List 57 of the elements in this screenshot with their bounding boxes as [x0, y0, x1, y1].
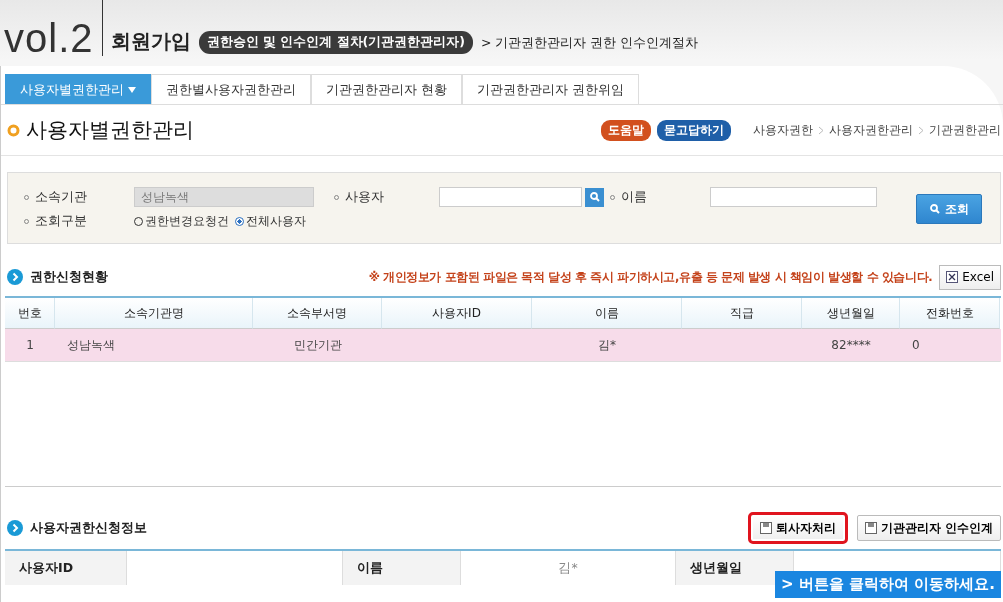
chevron-circle-icon — [7, 520, 23, 536]
header-subtitle: > 기관권한관리자 권한 인수인계절차 — [481, 35, 699, 52]
field-label: 이름 — [621, 188, 647, 206]
excel-button[interactable]: Excel — [939, 264, 1001, 290]
action-button[interactable]: 기관관리자 인수인계 — [856, 515, 1001, 541]
field-label: 사용자 — [345, 188, 384, 206]
tab[interactable]: 기관권한관리자 권한위임 — [462, 74, 640, 104]
column-header: 생년월일 — [802, 298, 900, 329]
field-value: 김* — [558, 560, 578, 575]
breadcrumb-item[interactable]: 기관권한관리 — [929, 121, 1001, 139]
action-button[interactable]: 퇴사자처리 — [747, 512, 848, 544]
header-badge: 권한승인 및 인수인계 절차(기관권한관리자) — [198, 31, 473, 54]
section-title: 사용자권한신청정보 — [30, 519, 147, 537]
org-field: 성남녹색 — [134, 187, 314, 207]
privacy-notice: ※ 개인정보가 포함된 파일은 목적 달성 후 즉시 파기하시고,유출 등 문제 발생 시 책임이 발생할 수 있습니다. — [368, 269, 933, 285]
table-cell: 0 — [912, 338, 920, 352]
chevron-circle-icon — [7, 269, 23, 285]
field-label: 이름 — [343, 551, 461, 585]
radio-option[interactable]: 권한변경요청건 — [134, 212, 229, 230]
help-button[interactable]: 묻고답하기 — [657, 119, 731, 141]
search-button[interactable] — [585, 187, 604, 207]
column-header: 소속기관명 — [55, 298, 253, 329]
user-field[interactable] — [439, 187, 582, 207]
table-cell: 성남녹색 — [67, 338, 115, 352]
table-cell: 1 — [26, 338, 34, 352]
header-title: 회원가입 — [110, 28, 191, 55]
excel-icon — [946, 271, 959, 283]
chevron-icon — [818, 125, 824, 135]
table-cell: 김* — [598, 338, 616, 352]
table-cell: 82**** — [831, 338, 871, 352]
field-label: 소속기관 — [35, 188, 87, 206]
help-button[interactable]: 도움말 — [601, 119, 651, 141]
page-title: 사용자별권한관리 — [26, 117, 194, 144]
breadcrumb-item[interactable]: 사용자권한 — [753, 121, 813, 139]
field-label: 조회구분 — [35, 212, 87, 230]
column-header: 이름 — [532, 298, 682, 329]
table-row[interactable]: 1 성남녹색 민간기관 김* 82**** 0 — [5, 329, 1001, 362]
field-label: 사용자ID — [5, 551, 127, 585]
tab[interactable]: 기관권한관리자 현황 — [311, 74, 463, 104]
search-icon — [929, 204, 940, 214]
search-icon — [589, 192, 600, 202]
volume-label: vol.2 — [4, 18, 94, 58]
column-header: 소속부서명 — [253, 298, 382, 329]
chevron-icon — [918, 125, 924, 135]
column-header: 직급 — [682, 298, 802, 329]
table-cell: 민간기관 — [293, 338, 342, 352]
radio-option[interactable]: 전체사용자 — [235, 212, 306, 230]
column-header: 전화번호 — [900, 298, 1000, 329]
column-header: 번호 — [5, 298, 55, 329]
section-title: 권한신청현황 — [30, 268, 108, 286]
save-icon — [864, 522, 877, 534]
breadcrumb-item[interactable]: 사용자권한관리 — [829, 121, 913, 139]
name-field[interactable] — [710, 187, 877, 207]
tab[interactable]: 권한별사용자권한관리 — [151, 74, 311, 104]
save-icon — [759, 522, 772, 534]
ring-icon — [7, 123, 20, 137]
column-header: 사용자ID — [382, 298, 532, 329]
